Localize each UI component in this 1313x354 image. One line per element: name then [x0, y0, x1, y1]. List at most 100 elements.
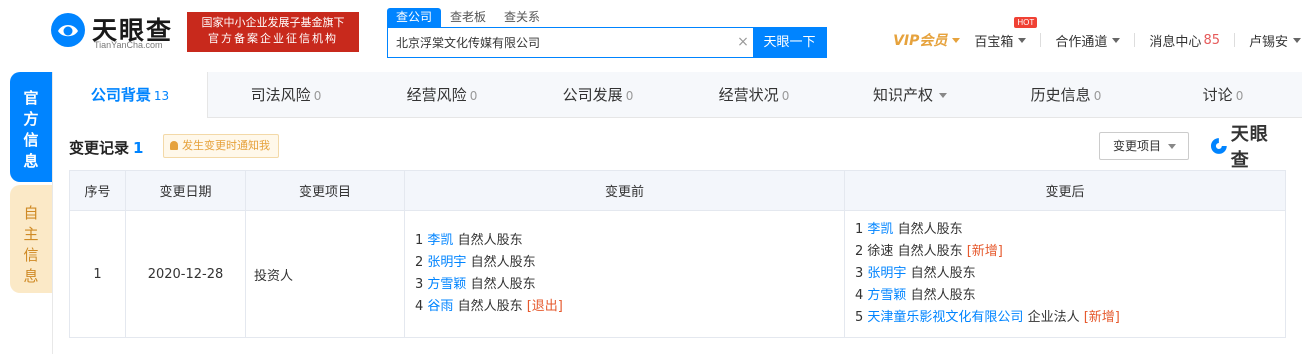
item-number: 1	[415, 233, 424, 248]
search-input[interactable]	[388, 28, 733, 57]
tab-count: 0	[781, 89, 790, 103]
change-tag: [退出]	[526, 299, 563, 314]
tab-label: 公司发展	[562, 86, 623, 104]
list-item: 4 谷雨 自然人股东 [退出]	[415, 296, 834, 318]
tab-count: 0	[313, 89, 322, 103]
change-tag: [新增]	[966, 244, 1003, 259]
cell-after: 1 李凯 自然人股东 2 徐速 自然人股东 [新增] 3 张明宇 自然人股东 4…	[844, 210, 1286, 338]
tab-label: 经营状况	[718, 86, 779, 104]
tab-operating-status[interactable]: 经营状况 0	[676, 72, 832, 118]
cell-index: 1	[69, 210, 126, 338]
search-type-tabs: 查公司 查老板 查关系	[387, 8, 549, 27]
col-header-before: 变更前	[404, 170, 845, 211]
site-logo[interactable]: 天眼查 TianYanCha.com	[50, 10, 182, 52]
shareholder-link[interactable]: 张明宇	[867, 266, 906, 281]
shareholder-link[interactable]: 方雪颖	[427, 277, 466, 292]
section-count: 1	[133, 139, 144, 157]
tab-count: 0	[469, 89, 478, 103]
notify-label: 发生变更时通知我	[182, 139, 270, 152]
main-panel: 公司背景 13 司法风险 0 经营风险 0 公司发展 0 经营状况 0 知识产权 历史信息…	[52, 72, 1302, 354]
side-tab-self[interactable]: 自主信息	[10, 185, 52, 293]
nav-partner-label: 合作通道	[1055, 34, 1108, 50]
item-number: 1	[855, 222, 864, 237]
search-box: × 天眼一下	[387, 27, 827, 58]
nav-divider	[1134, 33, 1136, 47]
item-number: 3	[855, 266, 864, 281]
cell-before: 1 李凯 自然人股东 2 张明宇 自然人股东 3 方雪颖 自然人股东 4 谷雨 …	[404, 210, 845, 338]
tab-company-background[interactable]: 公司背景 13	[53, 72, 208, 118]
search-button[interactable]: 天眼一下	[753, 28, 826, 57]
shareholder-role: 自然人股东	[910, 288, 976, 303]
tab-label: 讨论	[1202, 86, 1233, 104]
chevron-down-icon	[1293, 37, 1301, 43]
nav-messages[interactable]: 消息中心 85	[1149, 31, 1220, 50]
shareholder-role: 自然人股东	[897, 222, 963, 237]
search-tab-relation[interactable]: 查关系	[495, 8, 549, 27]
watermark-logo: 天眼查	[1209, 124, 1287, 171]
tab-discussion[interactable]: 讨论 0	[1144, 72, 1302, 118]
list-item: 4 方雪颖 自然人股东	[855, 285, 1275, 307]
side-tab-self-label: 自主信息	[23, 204, 39, 285]
list-item: 5 天津童乐影视文化有限公司 企业法人 [新增]	[855, 307, 1275, 329]
shareholder-link[interactable]: 方雪颖	[867, 288, 906, 303]
company-link[interactable]: 天津童乐影视文化有限公司	[867, 310, 1023, 325]
shareholder-role: 自然人股东	[457, 233, 523, 248]
change-item-filter[interactable]: 变更项目	[1099, 132, 1189, 160]
shareholder-link[interactable]: 李凯	[427, 233, 453, 248]
list-item: 1 李凯 自然人股东	[855, 219, 1275, 241]
tab-label: 司法风险	[250, 86, 311, 104]
chevron-down-icon	[1112, 37, 1121, 43]
shareholder-name: 徐速	[867, 244, 894, 259]
nav-baibao-label: 百宝箱	[974, 34, 1014, 50]
bell-icon	[170, 141, 178, 150]
chevron-down-icon	[939, 93, 947, 98]
nav-user[interactable]: 卢锡安	[1249, 31, 1301, 50]
clear-icon[interactable]: ×	[733, 28, 753, 57]
tab-intellectual-property[interactable]: 知识产权	[832, 72, 988, 118]
tab-count: 0	[1235, 89, 1244, 103]
table-header-row: 序号 变更日期 变更项目 变更前 变更后	[69, 170, 1286, 211]
list-item: 3 方雪颖 自然人股东	[415, 274, 834, 296]
nav-partner[interactable]: 合作通道	[1055, 31, 1121, 50]
shareholder-link[interactable]: 谷雨	[427, 299, 453, 314]
shareholder-role: 自然人股东	[897, 244, 963, 259]
tab-history[interactable]: 历史信息 0	[988, 72, 1144, 118]
search-tab-company[interactable]: 查公司	[387, 8, 442, 27]
tab-label: 公司背景	[90, 86, 151, 104]
tab-judicial-risk[interactable]: 司法风险 0	[208, 72, 364, 118]
shareholder-link[interactable]: 李凯	[867, 222, 893, 237]
col-header-item: 变更项目	[245, 170, 405, 211]
tab-company-development[interactable]: 公司发展 0	[520, 72, 676, 118]
col-header-date: 变更日期	[125, 170, 246, 211]
tab-business-risk[interactable]: 经营风险 0	[364, 72, 520, 118]
shareholder-role: 企业法人	[1027, 310, 1080, 325]
nav-divider	[1040, 33, 1042, 47]
banner-line-2: 官方备案企业征信机构	[208, 32, 338, 45]
top-header: 天眼查 TianYanCha.com 国家中小企业发展子基金旗下 官方备案企业征…	[0, 0, 1313, 72]
item-number: 3	[415, 277, 424, 292]
filter-label: 变更项目	[1113, 139, 1162, 153]
search-tab-boss[interactable]: 查老板	[441, 8, 495, 27]
table-row: 1 2020-12-28 投资人 1 李凯 自然人股东 2 张明宇 自然人股东 …	[69, 210, 1286, 338]
side-tab-official-label: 官方信息	[23, 89, 39, 170]
shareholder-role: 自然人股东	[910, 266, 976, 281]
notify-button[interactable]: 发生变更时通知我	[163, 134, 279, 158]
hot-badge: HOT	[1014, 16, 1038, 28]
shareholder-link[interactable]: 张明宇	[427, 255, 466, 270]
change-tag: [新增]	[1083, 310, 1120, 325]
item-number: 2	[855, 244, 864, 259]
side-tab-official[interactable]: 官方信息	[10, 72, 52, 182]
nav-vip[interactable]: VIP会员	[893, 30, 961, 50]
col-header-index: 序号	[69, 170, 126, 211]
cell-item: 投资人	[245, 210, 405, 338]
nav-vip-label: VIP会员	[893, 33, 948, 49]
col-header-after: 变更后	[844, 170, 1286, 211]
watermark-text: 天眼查	[1230, 124, 1269, 171]
section-header: 变更记录 1 发生变更时通知我 变更项目 天眼查	[69, 124, 1287, 171]
section-title-text: 变更记录	[69, 139, 130, 157]
item-number: 5	[855, 310, 864, 325]
chevron-down-icon	[1168, 144, 1176, 149]
shareholder-role: 自然人股东	[470, 277, 536, 292]
nav-baibao[interactable]: 百宝箱 HOT	[974, 16, 1038, 50]
section-title: 变更记录 1	[69, 137, 143, 158]
